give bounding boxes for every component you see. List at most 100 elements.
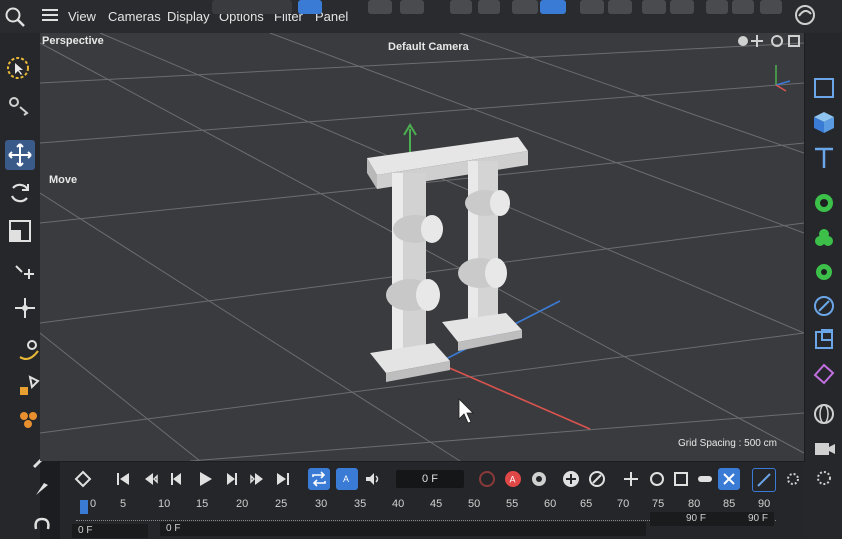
render-region-icon[interactable] xyxy=(368,0,392,14)
animate-icon[interactable] xyxy=(670,0,694,14)
perspective-label[interactable]: Perspective xyxy=(42,35,104,47)
param-key-icon[interactable] xyxy=(694,468,716,490)
keyframe-diamond-icon[interactable] xyxy=(72,468,94,490)
playhead[interactable] xyxy=(80,500,88,514)
tick-label: 55 xyxy=(506,498,519,510)
svg-text:A: A xyxy=(343,474,349,484)
current-frame-field[interactable]: 0 F xyxy=(396,470,464,488)
swirl-icon[interactable] xyxy=(793,3,817,27)
tick-label: 35 xyxy=(354,498,367,510)
model-mode-icon[interactable] xyxy=(3,91,33,121)
preview-end-field[interactable]: 90 F xyxy=(650,512,712,526)
field-icon[interactable] xyxy=(809,291,839,321)
deformer-icon[interactable] xyxy=(809,257,839,287)
hamburger-menu-icon[interactable] xyxy=(42,9,58,21)
target-icon[interactable] xyxy=(580,0,604,14)
settings-icon[interactable] xyxy=(608,0,632,14)
grid-icon[interactable] xyxy=(512,0,538,14)
go-to-start-icon[interactable] xyxy=(112,468,134,490)
toolbar-button-group[interactable] xyxy=(212,0,292,14)
delete-keyframe-icon[interactable] xyxy=(586,468,608,490)
viewport-scene xyxy=(40,33,804,461)
snap-icon[interactable] xyxy=(450,0,472,14)
camera-label[interactable]: Default Camera xyxy=(388,41,469,53)
previous-key-icon[interactable] xyxy=(140,468,162,490)
end-frame-field[interactable]: 90 F xyxy=(712,512,774,526)
camera-icon[interactable] xyxy=(809,73,839,103)
axis-move-icon[interactable] xyxy=(10,258,40,288)
tick-label: 75 xyxy=(652,498,665,510)
workplane-icon[interactable] xyxy=(540,0,566,14)
preview-start-field[interactable]: 0 F xyxy=(160,522,646,536)
add-keyframe-icon[interactable] xyxy=(560,468,582,490)
menu-view[interactable]: View xyxy=(68,9,96,24)
clapper-icon[interactable] xyxy=(706,0,728,14)
scene-icon[interactable] xyxy=(809,325,839,355)
position-key-icon[interactable] xyxy=(620,468,642,490)
tick-label: 25 xyxy=(275,498,288,510)
tick-label: 20 xyxy=(236,498,249,510)
tick-label: 60 xyxy=(544,498,557,510)
tick-label: 45 xyxy=(430,498,443,510)
cube-icon[interactable] xyxy=(809,107,839,137)
menu-cameras[interactable]: Cameras xyxy=(108,9,161,24)
tick-label: 90 xyxy=(758,498,771,510)
3d-viewport[interactable]: Perspective Default Camera Move Grid Spa… xyxy=(40,33,804,461)
timeline-panel: A 0 F A 0 5 10 15 20 25 30 35 40 45 50 5… xyxy=(60,462,805,539)
timeline-settings-icon[interactable] xyxy=(782,468,804,490)
auto-keyframe-icon[interactable]: A xyxy=(336,468,358,490)
tick-label: 30 xyxy=(315,498,328,510)
loop-icon[interactable] xyxy=(308,468,330,490)
magnet-icon[interactable] xyxy=(28,507,58,537)
record-off-icon[interactable] xyxy=(476,468,498,490)
clapper-edit-icon[interactable] xyxy=(732,0,754,14)
menu-display[interactable]: Display xyxy=(167,9,210,24)
tick-label: 50 xyxy=(468,498,481,510)
scale-key-icon[interactable] xyxy=(670,468,692,490)
next-frame-icon[interactable] xyxy=(220,468,242,490)
keyframe-settings-icon[interactable] xyxy=(528,468,550,490)
environment-icon[interactable] xyxy=(809,399,839,429)
axis-scale-icon[interactable] xyxy=(10,293,40,323)
viewport-nav-icons[interactable] xyxy=(735,33,803,49)
tick-label: 65 xyxy=(580,498,593,510)
render-view-icon[interactable] xyxy=(298,0,322,14)
axis-indicator xyxy=(768,55,794,95)
start-frame-field[interactable]: 0 F xyxy=(72,524,148,538)
rotation-key-icon[interactable] xyxy=(646,468,668,490)
top-menu-bar: View Cameras Display Options Filter Pane… xyxy=(0,0,842,33)
tick-label: 40 xyxy=(392,498,405,510)
clapper-settings-icon[interactable] xyxy=(760,0,782,14)
knife-icon[interactable] xyxy=(28,473,58,503)
tick-label: 5 xyxy=(120,498,127,510)
scale-icon[interactable] xyxy=(5,216,35,246)
tick-label: 15 xyxy=(196,498,209,510)
play-icon[interactable] xyxy=(194,468,216,490)
right-toolbar xyxy=(805,33,842,539)
generator-icon[interactable] xyxy=(809,188,839,218)
sound-icon[interactable] xyxy=(362,468,384,490)
record-icon[interactable]: A xyxy=(502,468,524,490)
text-icon[interactable] xyxy=(809,143,839,173)
point-level-anim-icon[interactable] xyxy=(718,468,740,490)
move-icon[interactable] xyxy=(5,140,35,170)
visibility-icon[interactable] xyxy=(642,0,666,14)
f-curve-icon[interactable] xyxy=(752,468,776,492)
tick-label: 0 xyxy=(90,498,97,510)
next-key-icon[interactable] xyxy=(246,468,268,490)
light-icon[interactable] xyxy=(809,463,839,493)
go-to-end-icon[interactable] xyxy=(272,468,294,490)
rotate-icon[interactable] xyxy=(5,178,35,208)
render-camera-icon[interactable] xyxy=(809,433,839,463)
previous-frame-icon[interactable] xyxy=(166,468,188,490)
mograph-icon[interactable] xyxy=(809,223,839,253)
live-selection-icon[interactable] xyxy=(3,53,33,83)
tick-label: 85 xyxy=(723,498,736,510)
search-icon[interactable] xyxy=(4,6,26,28)
gear-icon[interactable] xyxy=(478,0,500,14)
grid-spacing-label: Grid Spacing : 500 cm xyxy=(678,438,777,449)
tag-icon[interactable] xyxy=(809,359,839,389)
left-toolbar xyxy=(0,33,52,539)
render-settings-icon[interactable] xyxy=(400,0,424,14)
tick-label: 80 xyxy=(688,498,701,510)
